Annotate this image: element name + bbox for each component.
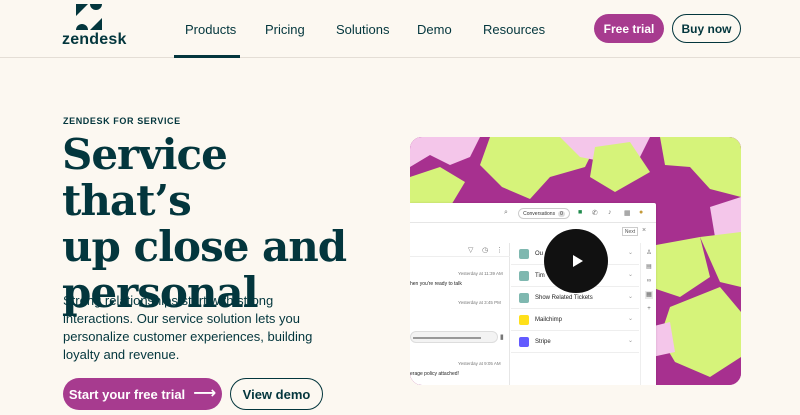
- arrow-right-icon: ⟶: [193, 385, 217, 402]
- nav-solutions[interactable]: Solutions: [336, 22, 389, 37]
- more-icon: ⋮: [496, 247, 503, 254]
- chevron-down-icon: ⌄: [627, 338, 633, 344]
- zendesk-logo-icon: [76, 4, 102, 30]
- history-icon: ◷: [482, 247, 489, 254]
- conversations-count: 0: [558, 210, 565, 217]
- app-label: Tim: [535, 273, 545, 279]
- voice-message-player: [410, 331, 498, 343]
- search-icon: ⌕: [504, 209, 508, 216]
- stripe-icon: [519, 337, 529, 347]
- next-button: Next: [622, 227, 638, 236]
- hero-title-line-1: Service that’s: [62, 130, 228, 225]
- chevron-down-icon: ⌄: [627, 250, 633, 256]
- app-label: Mailchimp: [535, 317, 563, 323]
- link-icon: ∞: [646, 278, 652, 284]
- free-trial-button[interactable]: Free trial: [594, 14, 664, 43]
- start-free-trial-button[interactable]: Start your free trial ⟶: [63, 378, 222, 410]
- nav-demo[interactable]: Demo: [417, 22, 452, 37]
- bell-icon: ♪: [608, 209, 612, 216]
- conversations-label: Conversations: [523, 210, 556, 217]
- hero-description: Strong relationships start with strong i…: [63, 293, 313, 362]
- nav-active-indicator: [174, 55, 240, 58]
- app-icon: [519, 293, 529, 303]
- user-icon: ♙: [646, 250, 652, 256]
- message-text: erage policy attached!: [410, 371, 459, 377]
- buy-now-button[interactable]: Buy now: [672, 14, 741, 43]
- nav-products[interactable]: Products: [185, 22, 236, 37]
- chevron-down-icon: ⌄: [627, 294, 633, 300]
- product-video[interactable]: ⌕ Conversations 0 ■ ✆ ♪ ▦ ● Next × ▽ ◷ ⋮…: [410, 137, 741, 385]
- apps-icon: ▦: [645, 291, 653, 299]
- trash-icon: ▮: [500, 334, 504, 341]
- message-timestamp: Yesterday at 3:45 PM: [458, 300, 501, 305]
- play-icon: [572, 255, 583, 267]
- chevron-down-icon: ⌄: [627, 316, 633, 322]
- avatar: ●: [639, 209, 644, 216]
- message-timestamp: Yesterday at 11:39 AM: [458, 271, 503, 276]
- zendesk-wordmark: zendesk: [62, 31, 127, 48]
- hero-title-line-2: up close and: [62, 222, 347, 271]
- book-icon: ▤: [646, 264, 652, 270]
- app-label: Show Related Tickets: [535, 295, 593, 301]
- app-row: Stripe ⌄: [511, 331, 639, 353]
- conversation-toolbar: ▽ ◷ ⋮: [410, 243, 510, 257]
- play-button[interactable]: [544, 229, 608, 293]
- close-icon: ×: [642, 227, 647, 234]
- site-header: zendesk Products Pricing Solutions Demo …: [0, 0, 800, 58]
- message-text: hen you're ready to talk: [410, 281, 462, 287]
- app-label: Ou: [535, 251, 544, 257]
- app-row: Mailchimp ⌄: [511, 309, 639, 331]
- app-label: Stripe: [535, 339, 551, 345]
- plus-icon: +: [647, 306, 651, 312]
- app-icon: [519, 271, 529, 281]
- chevron-down-icon: ⌄: [627, 272, 633, 278]
- hero-title: Service that’s up close and personal: [62, 132, 362, 316]
- agent-workspace-screenshot: ⌕ Conversations 0 ■ ✆ ♪ ▦ ● Next × ▽ ◷ ⋮…: [410, 203, 656, 385]
- nav-pricing[interactable]: Pricing: [265, 22, 305, 37]
- zendesk-logo[interactable]: zendesk: [62, 4, 127, 48]
- filter-icon: ▽: [468, 247, 474, 254]
- nav-resources[interactable]: Resources: [483, 22, 545, 37]
- message-timestamp: Yesterday at 9:05 AM: [458, 361, 501, 366]
- audio-track: [413, 337, 481, 339]
- context-rail: ♙ ▤ ∞ ▦ +: [640, 243, 656, 385]
- hero-eyebrow: ZENDESK FOR SERVICE: [63, 116, 181, 126]
- view-demo-button[interactable]: View demo: [230, 378, 323, 410]
- phone-icon: ✆: [592, 210, 598, 217]
- workspace-topbar: ⌕ Conversations 0 ■ ✆ ♪ ▦ ●: [410, 203, 656, 223]
- app-icon: [519, 249, 529, 259]
- conversations-pill: Conversations 0: [518, 208, 570, 219]
- apps-grid-icon: ▦: [624, 210, 631, 217]
- start-free-trial-label: Start your free trial: [68, 386, 186, 402]
- mailchimp-icon: [519, 315, 529, 325]
- conversation-pane: ▽ ◷ ⋮ Yesterday at 11:39 AM hen you're r…: [410, 243, 510, 385]
- chat-icon: ■: [578, 209, 583, 216]
